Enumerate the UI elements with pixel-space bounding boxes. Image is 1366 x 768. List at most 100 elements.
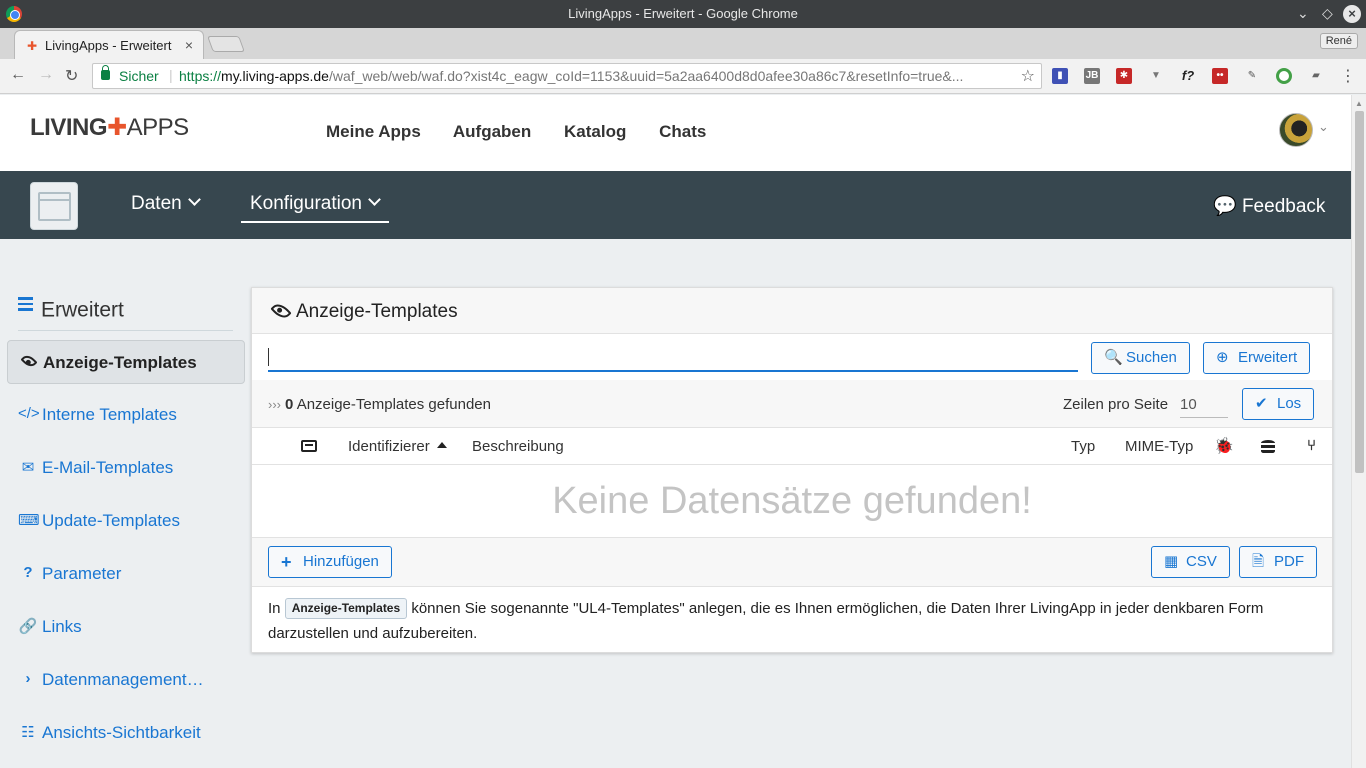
code-icon: </> [18,405,40,422]
url-host: my.living-apps.de [221,68,329,84]
sidebar-item-datenmanagement[interactable]: › Datenmanagement… [7,658,245,702]
scrollbar-thumb[interactable] [1355,111,1364,473]
chevron-down-icon [187,193,201,206]
tab-strip: ✚ LivingApps - Erweitert × René [0,28,1366,59]
column-type[interactable]: Typ [1071,438,1095,455]
pdf-export-button[interactable]: 🗎 PDF [1239,546,1317,578]
column-description[interactable]: Beschreibung [472,438,564,455]
search-input[interactable] [268,344,1078,372]
extension-3-icon[interactable]: ✱ [1116,68,1132,84]
app-bar: Daten Konfiguration 💬 Feedback [0,171,1351,239]
nav-aufgaben[interactable]: Aufgaben [453,122,531,141]
sidebar-item-links[interactable]: 🔗 Links [7,605,245,649]
eye-icon [19,352,39,370]
extension-picker-icon[interactable]: ✎ [1244,68,1260,84]
column-identifier-label: Identifizierer [348,438,430,455]
extension-8-icon[interactable] [1276,68,1292,84]
url-path: /waf_web/web/waf.do?xist4c_eagw_coId=115… [328,68,964,84]
omnibox-separator: | [169,67,173,83]
new-tab-button[interactable] [207,36,245,52]
window-titlebar: LivingApps - Erweitert - Google Chrome ⌄… [0,0,1366,28]
extension-jb-icon[interactable]: JB [1084,68,1100,84]
sidebar-divider [18,330,233,331]
envelope-icon: ✉ [21,459,35,476]
column-mime-type[interactable]: MIME-Typ [1125,438,1193,455]
text-cursor [268,348,269,366]
extension-9-icon[interactable]: ▰ [1308,68,1324,84]
livingapps-favicon-icon: ✚ [27,39,38,53]
feedback-link[interactable]: 💬 Feedback [1213,194,1325,218]
sidebar-item-label: Anzeige-Templates [43,353,197,372]
minimize-icon[interactable]: ⌄ [1297,5,1309,22]
data-menu[interactable]: Daten [131,193,201,215]
address-bar[interactable]: Sicher | https://my.living-apps.de/waf_w… [92,63,1042,89]
main-nav: Meine Apps Aufgaben Katalog Chats [326,122,734,142]
plus-icon: + [281,552,292,572]
logo-text-living: LIVING [30,114,108,141]
livingapps-logo[interactable]: LIVING✚APPS [30,113,189,142]
sidebar-item-anzeige-templates[interactable]: Anzeige-Templates [7,340,245,384]
bookmark-star-icon[interactable]: ☆ [1021,66,1035,86]
bug-icon[interactable]: 🐞 [1214,436,1234,456]
config-menu-label: Konfiguration [250,193,362,214]
user-avatar[interactable] [1279,113,1313,147]
table-header: Identifizierer Beschreibung Typ MIME-Typ… [252,428,1332,465]
search-button-label: Suchen [1126,349,1177,366]
window-title: LivingApps - Erweitert - Google Chrome [568,6,798,21]
go-button-label: Los [1277,395,1302,412]
reload-icon[interactable]: ↻ [65,66,78,86]
user-menu-chevron-icon[interactable]: ⌄ [1318,119,1329,135]
list-view-icon[interactable] [301,440,317,452]
close-window-icon[interactable]: × [1343,5,1361,23]
branch-icon[interactable]: ⑂ [1307,437,1316,454]
keyboard-icon: ⌨ [18,512,40,529]
database-icon[interactable] [1261,440,1275,454]
rows-per-page-input[interactable]: 10 [1180,389,1228,418]
nav-chats[interactable]: Chats [659,122,706,141]
profile-button[interactable]: René [1319,33,1358,49]
nav-katalog[interactable]: Katalog [564,122,626,141]
app-icon[interactable] [30,182,78,230]
sidebar-item-update-templates[interactable]: ⌨ Update-Templates [7,499,245,543]
extension-1-icon[interactable]: ▮ [1052,68,1068,84]
sidebar-title-label: Erweitert [41,298,124,322]
go-button[interactable]: ✔ Los [1242,388,1315,420]
scroll-up-icon[interactable]: ▲ [1355,99,1363,108]
results-count: ››› 0 Anzeige-Templates gefunden [268,396,491,413]
browser-toolbar: ← → ↻ Sicher | https://my.living-apps.de… [0,59,1366,94]
question-icon: ? [23,564,33,581]
browser-menu-icon[interactable]: ⋮ [1340,66,1356,86]
extension-6-icon[interactable]: •• [1212,68,1228,84]
add-button-label: Hinzufügen [303,553,379,570]
sidebar-item-email-templates[interactable]: ✉ E-Mail-Templates [7,446,245,490]
sidebar-item-label: Update-Templates [42,511,180,530]
nav-meine-apps[interactable]: Meine Apps [326,122,421,141]
forward-icon[interactable]: → [38,66,54,84]
logo-text-apps: APPS [126,114,190,141]
csv-export-button[interactable]: ▦ CSV [1151,546,1230,578]
search-button[interactable]: 🔍 Suchen [1091,342,1190,374]
config-menu[interactable]: Konfiguration [241,193,389,223]
url-text[interactable]: https://my.living-apps.de/waf_web/web/wa… [179,68,1009,84]
list-alt-icon: ☷ [21,724,35,741]
page-scrollbar[interactable]: ▲ [1351,95,1366,768]
advanced-search-button[interactable]: ⊕ Erweitert [1203,342,1311,374]
panel-header: Anzeige-Templates [252,288,1332,334]
extension-f-icon[interactable]: f? [1180,68,1196,84]
back-icon[interactable]: ← [10,66,26,84]
search-plus-icon: ⊕ [1216,349,1229,366]
maximize-icon[interactable]: ◇ [1322,5,1333,22]
browser-tab[interactable]: ✚ LivingApps - Erweitert × [14,30,204,59]
column-identifier[interactable]: Identifizierer [348,438,447,455]
close-tab-icon[interactable]: × [185,37,193,53]
add-button[interactable]: + Hinzufügen [268,546,392,578]
sidebar-item-label: Links [42,617,82,636]
advanced-button-label: Erweitert [1238,349,1298,366]
sidebar-item-ansichts-sichtbarkeit[interactable]: ☷ Ansichts-Sichtbarkeit [7,711,245,755]
extension-vue-icon[interactable]: ▼ [1148,68,1164,84]
sidebar-item-interne-templates[interactable]: </> Interne Templates [7,393,245,437]
rows-per-page-label: Zeilen pro Seite [1063,396,1169,413]
sidebar-item-parameter[interactable]: ? Parameter [7,552,245,596]
logo-mark-icon: ✚ [107,114,127,141]
found-text: Anzeige-Templates gefunden [296,396,491,413]
